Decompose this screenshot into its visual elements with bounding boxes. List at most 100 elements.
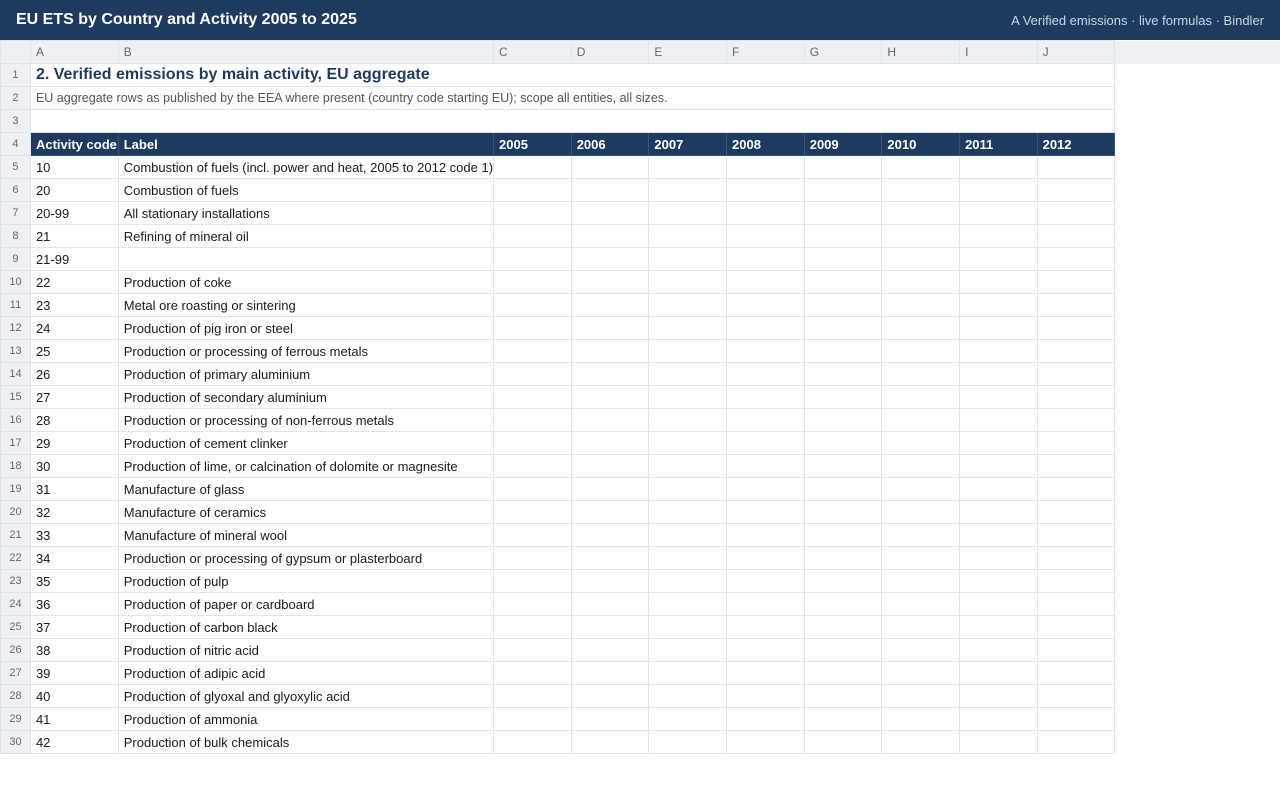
value-cell[interactable] bbox=[493, 316, 572, 340]
value-cell[interactable] bbox=[959, 178, 1038, 202]
label-cell[interactable]: Production or processing of gypsum or pl… bbox=[117, 546, 495, 570]
value-cell[interactable] bbox=[570, 293, 650, 317]
value-cell[interactable] bbox=[881, 155, 961, 179]
activity-code-cell[interactable]: 34 bbox=[29, 546, 119, 570]
row-number[interactable]: 12 bbox=[0, 316, 31, 340]
row-number[interactable]: 23 bbox=[0, 569, 31, 593]
value-cell[interactable] bbox=[803, 592, 883, 616]
value-cell[interactable] bbox=[493, 546, 572, 570]
label-cell[interactable]: Production of carbon black bbox=[117, 615, 495, 639]
activity-code-cell[interactable]: 32 bbox=[29, 500, 119, 524]
activity-code-cell[interactable]: 27 bbox=[29, 385, 119, 409]
value-cell[interactable] bbox=[570, 546, 650, 570]
header-cell[interactable]: 2008 bbox=[726, 132, 805, 156]
value-cell[interactable] bbox=[959, 293, 1038, 317]
spreadsheet-grid[interactable]: ABCDEFGHIJ 1 2. Verified emissions by ma… bbox=[0, 40, 1280, 754]
label-cell[interactable]: Production of pulp bbox=[117, 569, 495, 593]
value-cell[interactable] bbox=[959, 569, 1038, 593]
value-cell[interactable] bbox=[1036, 638, 1116, 662]
value-cell[interactable] bbox=[1036, 730, 1116, 754]
value-cell[interactable] bbox=[959, 270, 1038, 294]
column-header-c[interactable]: C bbox=[493, 40, 572, 64]
value-cell[interactable] bbox=[1036, 155, 1116, 179]
value-cell[interactable] bbox=[803, 615, 883, 639]
value-cell[interactable] bbox=[648, 454, 728, 478]
value-cell[interactable] bbox=[493, 178, 572, 202]
value-cell[interactable] bbox=[959, 385, 1038, 409]
value-cell[interactable] bbox=[648, 339, 728, 363]
label-cell[interactable]: Production of coke bbox=[117, 270, 495, 294]
value-cell[interactable] bbox=[493, 661, 572, 685]
value-cell[interactable] bbox=[570, 316, 650, 340]
value-cell[interactable] bbox=[803, 385, 883, 409]
value-cell[interactable] bbox=[959, 224, 1038, 248]
value-cell[interactable] bbox=[648, 178, 728, 202]
activity-code-cell[interactable]: 21-99 bbox=[29, 247, 119, 271]
value-cell[interactable] bbox=[881, 638, 961, 662]
value-cell[interactable] bbox=[803, 638, 883, 662]
value-cell[interactable] bbox=[570, 477, 650, 501]
value-cell[interactable] bbox=[1036, 293, 1116, 317]
activity-code-cell[interactable]: 20-99 bbox=[29, 201, 119, 225]
header-cell[interactable]: 2010 bbox=[881, 132, 961, 156]
value-cell[interactable] bbox=[570, 339, 650, 363]
value-cell[interactable] bbox=[881, 293, 961, 317]
value-cell[interactable] bbox=[959, 546, 1038, 570]
value-cell[interactable] bbox=[570, 178, 650, 202]
value-cell[interactable] bbox=[803, 316, 883, 340]
value-cell[interactable] bbox=[881, 546, 961, 570]
value-cell[interactable] bbox=[726, 224, 805, 248]
value-cell[interactable] bbox=[570, 431, 650, 455]
activity-code-cell[interactable]: 38 bbox=[29, 638, 119, 662]
label-cell[interactable]: Production of glyoxal and glyoxylic acid bbox=[117, 684, 495, 708]
activity-code-cell[interactable]: 23 bbox=[29, 293, 119, 317]
value-cell[interactable] bbox=[726, 477, 805, 501]
value-cell[interactable] bbox=[726, 431, 805, 455]
sheet-subtitle-cell[interactable]: EU aggregate rows as published by the EE… bbox=[29, 86, 1116, 110]
value-cell[interactable] bbox=[726, 293, 805, 317]
value-cell[interactable] bbox=[493, 155, 572, 179]
label-cell[interactable]: Production of lime, or calcination of do… bbox=[117, 454, 495, 478]
header-cell[interactable]: 2007 bbox=[648, 132, 728, 156]
value-cell[interactable] bbox=[493, 638, 572, 662]
activity-code-cell[interactable]: 28 bbox=[29, 408, 119, 432]
value-cell[interactable] bbox=[803, 178, 883, 202]
row-number[interactable]: 20 bbox=[0, 500, 31, 524]
value-cell[interactable] bbox=[570, 569, 650, 593]
value-cell[interactable] bbox=[881, 431, 961, 455]
value-cell[interactable] bbox=[1036, 247, 1116, 271]
value-cell[interactable] bbox=[493, 224, 572, 248]
header-cell[interactable]: 2005 bbox=[493, 132, 572, 156]
value-cell[interactable] bbox=[493, 592, 572, 616]
value-cell[interactable] bbox=[648, 546, 728, 570]
value-cell[interactable] bbox=[803, 707, 883, 731]
activity-code-cell[interactable]: 37 bbox=[29, 615, 119, 639]
value-cell[interactable] bbox=[959, 477, 1038, 501]
label-cell[interactable]: Metal ore roasting or sintering bbox=[117, 293, 495, 317]
value-cell[interactable] bbox=[493, 684, 572, 708]
select-all-corner[interactable] bbox=[0, 40, 31, 64]
value-cell[interactable] bbox=[648, 569, 728, 593]
value-cell[interactable] bbox=[959, 661, 1038, 685]
value-cell[interactable] bbox=[959, 523, 1038, 547]
row-number[interactable]: 29 bbox=[0, 707, 31, 731]
value-cell[interactable] bbox=[648, 431, 728, 455]
value-cell[interactable] bbox=[493, 362, 572, 386]
value-cell[interactable] bbox=[803, 477, 883, 501]
value-cell[interactable] bbox=[493, 523, 572, 547]
value-cell[interactable] bbox=[648, 155, 728, 179]
value-cell[interactable] bbox=[570, 385, 650, 409]
label-cell[interactable] bbox=[117, 247, 495, 271]
value-cell[interactable] bbox=[881, 707, 961, 731]
value-cell[interactable] bbox=[803, 408, 883, 432]
value-cell[interactable] bbox=[726, 638, 805, 662]
value-cell[interactable] bbox=[570, 270, 650, 294]
activity-code-cell[interactable]: 24 bbox=[29, 316, 119, 340]
value-cell[interactable] bbox=[726, 408, 805, 432]
value-cell[interactable] bbox=[493, 408, 572, 432]
value-cell[interactable] bbox=[1036, 477, 1116, 501]
value-cell[interactable] bbox=[726, 362, 805, 386]
value-cell[interactable] bbox=[648, 730, 728, 754]
value-cell[interactable] bbox=[959, 155, 1038, 179]
value-cell[interactable] bbox=[493, 730, 572, 754]
